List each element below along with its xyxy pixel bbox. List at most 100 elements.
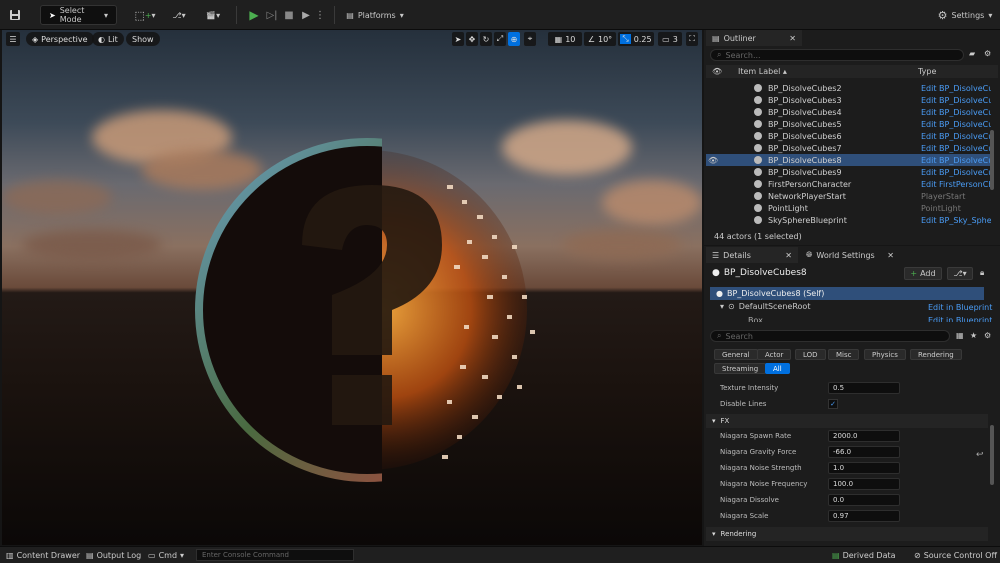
cmd-dropdown[interactable]: ▭ Cmd ▾ xyxy=(148,550,184,561)
outliner-row[interactable]: BP_DisolveCubes2 Edit BP_DisolveCub xyxy=(706,82,994,94)
outliner-item-type[interactable]: Edit BP_Sky_Sphere xyxy=(921,216,991,225)
filter-rendering[interactable]: Rendering xyxy=(910,349,962,360)
outliner-row[interactable]: BP_DisolveCubes4 Edit BP_DisolveCub xyxy=(706,106,994,118)
component-box[interactable]: Box xyxy=(748,316,763,322)
details-scrollbar[interactable] xyxy=(990,425,994,485)
filter-general[interactable]: General xyxy=(714,349,758,360)
grid-snap-toggle[interactable]: ▦ 10 xyxy=(548,32,582,46)
cinematics-button[interactable]: 🎬︎ ▾ xyxy=(201,5,225,25)
column-type[interactable]: Type xyxy=(918,67,936,76)
filter-misc[interactable]: Misc xyxy=(828,349,860,360)
outliner-item-type[interactable]: Edit BP_DisolveCub xyxy=(921,144,991,153)
filter-streaming[interactable]: Streaming xyxy=(714,363,767,374)
scale-icon[interactable]: ⤢ xyxy=(494,32,506,46)
property-value-field[interactable]: 0.97 xyxy=(828,510,900,522)
camera-speed-button[interactable]: ▭ 3 xyxy=(658,32,682,46)
select-mode-dropdown[interactable]: ➤ Select Mode ▾ xyxy=(40,5,117,25)
tab-world-settings[interactable]: 🌐︎ World Settings ✕ xyxy=(800,247,900,263)
play-options-icon[interactable]: ▶ xyxy=(300,5,312,25)
section-fx[interactable]: ▾ FX xyxy=(706,414,988,428)
rotate-icon[interactable]: ↻ xyxy=(480,32,492,46)
blueprint-button[interactable]: ⎇ ▾ xyxy=(167,5,191,25)
outliner-item-type[interactable]: Edit BP_DisolveCub xyxy=(921,132,991,141)
tab-details[interactable]: ☰ Details ✕ xyxy=(706,247,798,263)
filter-all[interactable]: All xyxy=(765,363,790,374)
component-self[interactable]: ● BP_DisolveCubes8 (Self) xyxy=(710,287,984,300)
world-space-icon[interactable]: ⊕ xyxy=(508,32,520,46)
surface-snap-icon[interactable]: ⌖ xyxy=(524,32,536,46)
outliner-scrollbar[interactable] xyxy=(990,130,994,190)
blueprint-options-button[interactable]: ⎇▾ xyxy=(947,267,973,280)
lit-button[interactable]: ◐ Lit xyxy=(92,32,124,46)
property-value-field[interactable]: 0.0 xyxy=(828,494,900,506)
outliner-row[interactable]: FirstPersonCharacter Edit FirstPersonCha xyxy=(706,178,994,190)
save-icon[interactable] xyxy=(8,5,22,25)
filter-actor[interactable]: Actor xyxy=(757,349,792,360)
outliner-item-type[interactable]: Edit BP_DisolveCub xyxy=(921,108,991,117)
disable-lines-checkbox[interactable]: ✓ xyxy=(828,399,838,409)
translate-icon[interactable]: ✥ xyxy=(466,32,478,46)
outliner-row[interactable]: BP_DisolveCubes6 Edit BP_DisolveCub xyxy=(706,130,994,142)
outliner-item-type[interactable]: Edit FirstPersonCha xyxy=(921,180,991,189)
select-tool-icon[interactable]: ➤ xyxy=(452,32,464,46)
outliner-item-type[interactable]: Edit BP_DisolveCub xyxy=(921,168,991,177)
outliner-item-type[interactable]: Edit BP_DisolveCub xyxy=(921,84,991,93)
tab-outliner[interactable]: ▤ Outliner ✕ xyxy=(706,30,802,46)
viewport-menu-icon[interactable]: ☰ xyxy=(6,32,20,46)
eye-icon[interactable]: 👁︎ xyxy=(712,67,722,76)
show-button[interactable]: Show xyxy=(126,32,160,46)
play-icon[interactable]: ▶ xyxy=(248,5,260,25)
property-value-field[interactable]: -66.0 xyxy=(828,446,900,458)
property-value-field[interactable]: 2000.0 xyxy=(828,430,900,442)
close-icon[interactable]: ✕ xyxy=(789,34,796,43)
edit-in-blueprint-link[interactable]: Edit in Blueprint xyxy=(928,303,992,312)
property-value-field[interactable]: 1.0 xyxy=(828,462,900,474)
step-icon[interactable]: ▷| xyxy=(266,5,278,25)
lock-icon[interactable]: 🔒︎ xyxy=(980,268,984,278)
perspective-button[interactable]: ◈ Perspective xyxy=(26,32,94,46)
more-icon[interactable]: ⋮ xyxy=(315,5,325,25)
eye-icon[interactable]: 👁︎ xyxy=(708,156,718,165)
gear-icon[interactable]: ⚙ xyxy=(984,331,991,340)
outliner-row[interactable]: BP_DisolveCubes9 Edit BP_DisolveCub xyxy=(706,166,994,178)
property-value-field[interactable]: 100.0 xyxy=(828,478,900,490)
outliner-row[interactable]: NetworkPlayerStart PlayerStart xyxy=(706,190,994,202)
star-icon[interactable]: ★ xyxy=(970,331,977,340)
outliner-row[interactable]: PointLight PointLight xyxy=(706,202,994,214)
platforms-dropdown[interactable]: ▤ Platforms ▾ xyxy=(345,5,405,25)
edit-in-blueprint-link[interactable]: Edit in Blueprint xyxy=(928,316,992,322)
column-item-label[interactable]: Item Label ▴ xyxy=(738,67,787,76)
close-icon[interactable]: ✕ xyxy=(887,251,894,260)
filter-physics[interactable]: Physics xyxy=(864,349,906,360)
outliner-item-type[interactable]: Edit BP_DisolveCub xyxy=(921,120,991,129)
outliner-row[interactable]: 👁︎ BP_DisolveCubes8 Edit BP_DisolveCub xyxy=(706,154,994,166)
reset-to-default-icon[interactable]: ↩ xyxy=(976,450,984,460)
gear-icon[interactable]: ⚙ xyxy=(984,49,994,58)
close-icon[interactable]: ✕ xyxy=(785,251,792,260)
outliner-row[interactable]: SkySphereBlueprint Edit BP_Sky_Sphere xyxy=(706,214,994,226)
details-search-input[interactable]: ⌕ Search xyxy=(710,330,950,342)
outliner-row[interactable]: BP_DisolveCubes7 Edit BP_DisolveCub xyxy=(706,142,994,154)
scale-snap-toggle[interactable]: ⤡ 0.25 xyxy=(618,32,654,46)
derived-data-button[interactable]: ▤ Derived Data xyxy=(832,550,896,561)
rotation-snap-toggle[interactable]: ∠ 10° xyxy=(584,32,616,46)
outliner-search-input[interactable]: ⌕ Search... xyxy=(710,49,964,61)
texture-intensity-field[interactable]: 0.5 xyxy=(828,382,900,394)
outliner-item-type[interactable]: Edit BP_DisolveCub xyxy=(921,96,991,105)
outliner-row[interactable]: BP_DisolveCubes3 Edit BP_DisolveCub xyxy=(706,94,994,106)
section-rendering[interactable]: ▾ Rendering xyxy=(706,527,988,541)
maximize-viewport-icon[interactable]: ⛶ xyxy=(686,32,698,46)
outliner-item-type[interactable]: Edit BP_DisolveCub xyxy=(921,156,991,165)
component-scene-root[interactable]: ▾ ⊙ DefaultSceneRoot xyxy=(720,302,810,311)
console-command-input[interactable]: Enter Console Command xyxy=(196,549,354,561)
folder-add-icon[interactable]: ▰ xyxy=(969,49,979,58)
output-log-button[interactable]: ▤ Output Log xyxy=(86,550,141,561)
content-drawer-button[interactable]: ▥ Content Drawer xyxy=(6,550,80,561)
settings-button[interactable]: ⚙ Settings ▾ xyxy=(937,5,993,25)
level-viewport[interactable]: ☰ ◈ Perspective ◐ Lit Show ➤ ✥ ↻ ⤢ ⊕ ⌖ ▦ 10… xyxy=(2,30,702,545)
stop-icon[interactable]: ■ xyxy=(283,5,295,25)
dissolve-sphere[interactable] xyxy=(192,125,552,495)
source-control-button[interactable]: ⊘ Source Control Off xyxy=(914,550,997,561)
table-view-icon[interactable]: ▦ xyxy=(956,331,964,340)
filter-lod[interactable]: LOD xyxy=(795,349,826,360)
